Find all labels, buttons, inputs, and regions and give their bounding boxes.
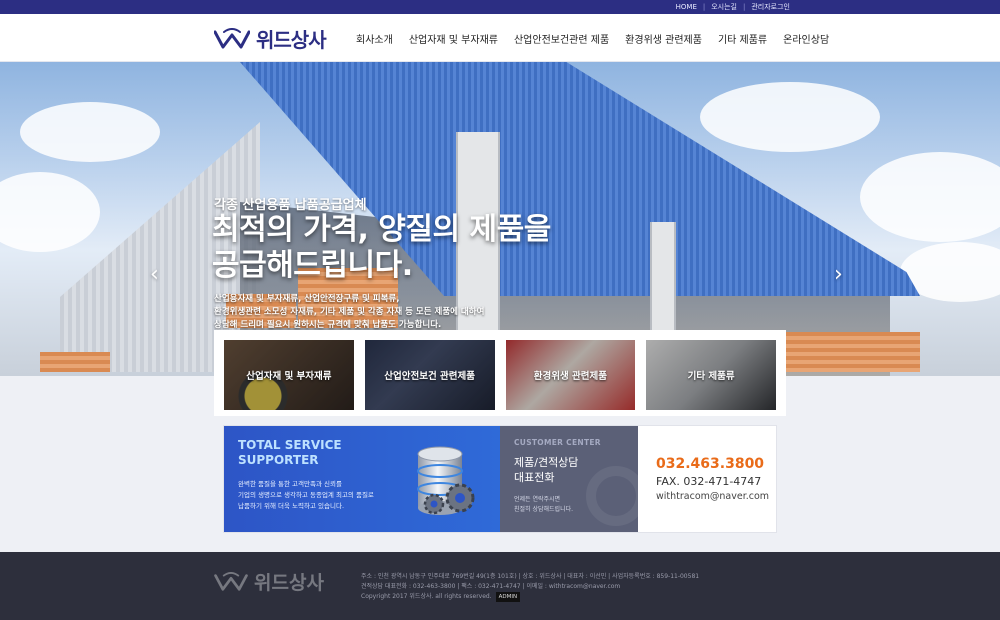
email-address[interactable]: withtracom@naver.com xyxy=(656,491,776,502)
footer-logo-icon xyxy=(214,571,248,591)
footer-copyright-line: Copyright 2017 위드상사. all rights reserved… xyxy=(361,592,699,602)
top-link-admin-login[interactable]: 관리자로그인 xyxy=(751,2,790,12)
service-description-line: 기업의 생명으로 생각하고 동종업계 최고의 품질로 xyxy=(238,491,374,499)
top-link-home[interactable]: HOME xyxy=(676,3,697,11)
nav-item-online-consult[interactable]: 온라인상담 xyxy=(783,31,829,46)
hero-description-line: 환경위생관련 소모성 자재류, 기타 제품 및 각종 자재 등 모든 제품에 대… xyxy=(214,307,485,317)
main-nav: 회사소개 산업자재 및 부자재류 산업안전보건관련 제품 환경위생 관련제품 기… xyxy=(356,14,829,62)
total-service-panel: TOTAL SERVICE SUPPORTER 완벽한 품질을 통한 고객만족과… xyxy=(224,426,500,532)
brand-logo[interactable]: 위드상사 xyxy=(214,24,327,53)
category-label: 기타 제품류 xyxy=(687,371,735,382)
nav-item-hygiene-products[interactable]: 환경위생 관련제품 xyxy=(625,31,702,46)
category-card-other-products[interactable]: 기타 제품류 xyxy=(646,340,776,410)
pallet-stack-image xyxy=(40,352,110,372)
service-description: 완벽한 품질을 통한 고객만족과 신뢰를 기업의 생명으로 생각하고 동종업계 … xyxy=(238,479,408,512)
database-gear-icon xyxy=(417,446,475,515)
brand-logo-icon xyxy=(214,27,250,50)
cloud-decoration xyxy=(700,82,880,152)
footer-copyright: Copyright 2017 위드상사. all rights reserved… xyxy=(361,593,492,600)
service-description-line: 납품하기 위해 더욱 노력하고 있습니다. xyxy=(238,502,345,510)
hero-title-line: 공급해드립니다. xyxy=(212,248,413,283)
category-label: 산업안전보건 관련제품 xyxy=(384,371,475,382)
site-header: 위드상사 회사소개 산업자재 및 부자재류 산업안전보건관련 제품 환경위생 관… xyxy=(0,14,1000,62)
hero-description-line: 산업용자재 및 부자재류, 산업안전장구류 및 피복류, xyxy=(214,294,400,304)
footer-info-line: 견적상담 대표전화 : 032-463-3800 | 팩스 : 032-471-… xyxy=(361,583,621,590)
slider-prev-icon[interactable]: ‹ xyxy=(150,262,159,287)
customer-center-label: CUSTOMER CENTER xyxy=(514,438,601,447)
nav-item-other-products[interactable]: 기타 제품류 xyxy=(718,31,767,46)
fax-number: FAX. 032-471-4747 xyxy=(656,475,762,488)
phone-number[interactable]: 032.463.3800 xyxy=(656,456,776,472)
cloud-decoration xyxy=(20,102,160,162)
category-label: 환경위생 관련제품 xyxy=(533,371,607,382)
nav-item-company[interactable]: 회사소개 xyxy=(356,31,393,46)
category-cards: 산업자재 및 부자재류 산업안전보건 관련제품 환경위생 관련제품 기타 제품류 xyxy=(214,330,786,416)
hero-description: 산업용자재 및 부자재류, 산업안전장구류 및 피복류, 환경위생관련 소모성 … xyxy=(214,293,514,332)
service-banner: TOTAL SERVICE SUPPORTER 완벽한 품질을 통한 고객만족과… xyxy=(224,426,776,532)
footer-company-info: 주소 : 인천 광역시 남동구 인주대로 769번길 49(1층 101호) |… xyxy=(361,572,699,602)
top-links: HOME | 오시는길 | 관리자로그인 xyxy=(676,0,790,14)
contact-panel: 032.463.3800 FAX. 032-471-4747 withtraco… xyxy=(638,426,776,532)
customer-center-panel: CUSTOMER CENTER 제품/견적상담 대표전화 언제든 연락주시면 친… xyxy=(500,426,638,532)
category-card-safety-products[interactable]: 산업안전보건 관련제품 xyxy=(364,340,495,410)
top-utility-bar: HOME | 오시는길 | 관리자로그인 xyxy=(0,0,1000,14)
footer-brand-name: 위드상사 xyxy=(254,572,324,594)
hero-subtitle: 각종 산업용품 납품공급업체 xyxy=(214,198,367,213)
cloud-decoration xyxy=(860,152,1000,242)
site-footer: 위드상사 주소 : 인천 광역시 남동구 인주대로 769번길 49(1층 10… xyxy=(0,552,1000,620)
nav-item-industrial-materials[interactable]: 산업자재 및 부자재류 xyxy=(409,31,498,46)
top-link-directions[interactable]: 오시는길 xyxy=(711,2,737,12)
divider: | xyxy=(702,3,706,11)
nav-item-safety-products[interactable]: 산업안전보건관련 제품 xyxy=(514,31,609,46)
brand-name: 위드상사 xyxy=(256,28,327,52)
cloud-decoration xyxy=(0,172,100,252)
admin-button[interactable]: ADMIN xyxy=(495,592,521,602)
hero-banner: 각종 산업용품 납품공급업체 최적의 가격, 양질의 제품을 공급해드립니다. … xyxy=(0,62,1000,376)
decorative-circle xyxy=(586,466,638,526)
footer-info-line: 주소 : 인천 광역시 남동구 인주대로 769번길 49(1층 101호) |… xyxy=(361,573,700,580)
category-card-hygiene-products[interactable]: 환경위생 관련제품 xyxy=(505,340,636,410)
hero-title-line: 최적의 가격, 양질의 제품을 xyxy=(212,212,551,247)
footer-logo: 위드상사 xyxy=(214,568,324,595)
slider-next-icon[interactable]: › xyxy=(834,262,843,287)
hero-title: 최적의 가격, 양질의 제품을 공급해드립니다. xyxy=(212,212,551,284)
divider: | xyxy=(743,3,746,11)
category-card-industrial-materials[interactable]: 산업자재 및 부자재류 xyxy=(224,340,354,410)
service-description-line: 완벽한 품질을 통한 고객만족과 신뢰를 xyxy=(238,480,342,488)
category-label: 산업자재 및 부자재류 xyxy=(246,371,332,382)
